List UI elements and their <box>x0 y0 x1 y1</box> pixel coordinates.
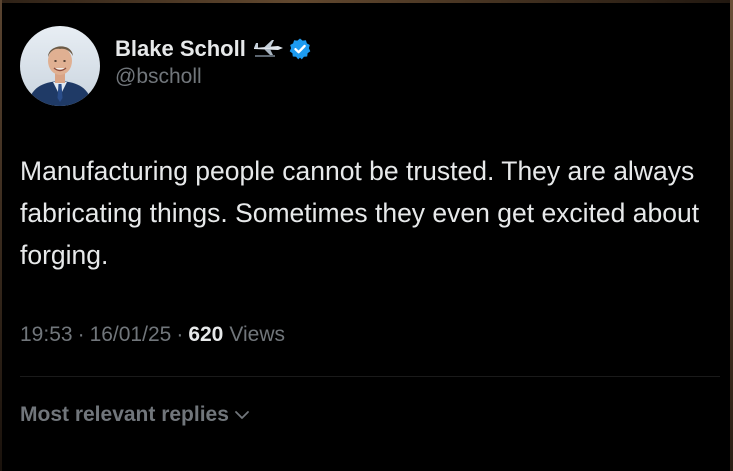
author-info: Blake Scholl @bscholl <box>115 35 312 89</box>
author-handle[interactable]: @bscholl <box>115 65 312 89</box>
divider <box>20 376 720 377</box>
top-edge-glare <box>0 0 733 3</box>
avatar-image <box>20 26 100 106</box>
views-label: Views <box>229 323 285 346</box>
verified-icon[interactable] <box>288 37 312 61</box>
left-edge-glare <box>0 0 2 471</box>
meta-separator: · <box>77 323 85 346</box>
tweet-text: Manufacturing people cannot be trusted. … <box>20 156 700 270</box>
plane-icon <box>252 38 284 60</box>
replies-sort-label: Most relevant replies <box>20 403 229 426</box>
tweet-header: Blake Scholl @bscholl <box>20 26 312 106</box>
replies-sort-button[interactable]: Most relevant replies <box>20 400 251 430</box>
views-count[interactable]: 620 <box>188 323 223 347</box>
tweet-time[interactable]: 19:53 <box>20 323 73 347</box>
tweet-meta: 19:53 · 16/01/25 · 620 Views <box>20 320 285 350</box>
tweet-date[interactable]: 16/01/25 <box>90 323 172 347</box>
meta-separator: · <box>176 323 184 346</box>
name-row: Blake Scholl <box>115 35 312 63</box>
chevron-down-icon <box>233 406 251 424</box>
author-display-name[interactable]: Blake Scholl <box>115 36 246 62</box>
avatar[interactable] <box>20 26 100 106</box>
